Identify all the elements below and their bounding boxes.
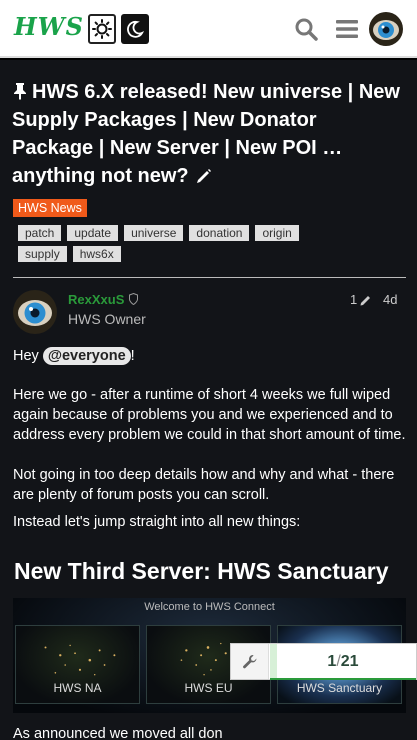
dark-theme-button[interactable] [121,14,149,44]
moon-icon [127,20,144,38]
post-paragraph: Instead let's jump straight into all new… [13,514,301,530]
server-card-na: HWS NA [15,625,140,704]
post-paragraph: Not going in too deep details how and wh… [13,467,395,503]
site-header: HWS [0,0,417,58]
sun-icon [92,19,112,39]
post-heading: New Third Server: HWS Sanctuary [14,558,389,584]
post-paragraph: Here we go - after a runtime of short 4 … [13,387,406,443]
tag[interactable]: supply [18,246,67,262]
admin-tools-button[interactable] [231,644,269,679]
topic-page: HWS 6.X released! New universe | New Sup… [0,60,417,740]
wrench-icon [242,654,256,668]
search-icon [295,18,318,41]
tag[interactable]: hws6x [72,246,121,262]
hamburger-menu-icon [336,20,358,38]
tag-list: patch update universe donation origin supply… [18,224,338,266]
progress-counter[interactable]: 1/21 [270,644,416,679]
tag[interactable]: origin [255,225,299,241]
post-date[interactable]: 4d [383,292,397,307]
shield-icon [129,293,138,305]
site-logo[interactable]: HWS [14,12,84,41]
post-username[interactable]: RexXxuS [68,292,124,307]
edit-count: 1 [350,292,358,307]
category-badge[interactable]: HWS News [13,199,87,217]
post-author-avatar[interactable] [13,290,57,334]
greeting-text: Hey [13,348,39,364]
progress-total: 21 [340,653,359,670]
tag[interactable]: universe [124,225,184,241]
server-label: HWS Sanctuary [296,681,383,695]
server-label: HWS EU [184,681,233,695]
avatar [369,12,403,46]
progress-current: 1 [327,653,337,670]
divider [13,277,406,278]
edit-pencil-icon [360,295,371,305]
post-greeting: Hey @everyone! [13,346,408,366]
edit-pencil-icon[interactable] [196,168,212,184]
mention-link[interactable]: @everyone [42,347,131,365]
topic-title[interactable]: HWS 6.X released! New universe | New Sup… [12,78,402,190]
post-paragraph: As announced we moved all don [13,726,223,740]
tag[interactable]: patch [18,225,62,241]
pin-icon [14,83,26,100]
edit-history-button[interactable]: 1 [350,292,372,307]
avatar [13,290,57,334]
user-title: HWS Owner [68,311,146,327]
user-avatar-button[interactable] [369,12,403,46]
topic-progress-bar[interactable]: 1/21 [230,643,417,680]
server-label: HWS NA [53,681,102,695]
light-theme-button[interactable] [88,14,116,44]
banner-title: Welcome to HWS Connect [144,601,275,613]
greeting-end: ! [130,348,135,364]
hamburger-menu-button[interactable] [332,14,362,44]
search-button[interactable] [291,14,321,44]
tag[interactable]: update [67,225,119,241]
tag[interactable]: donation [189,225,250,241]
